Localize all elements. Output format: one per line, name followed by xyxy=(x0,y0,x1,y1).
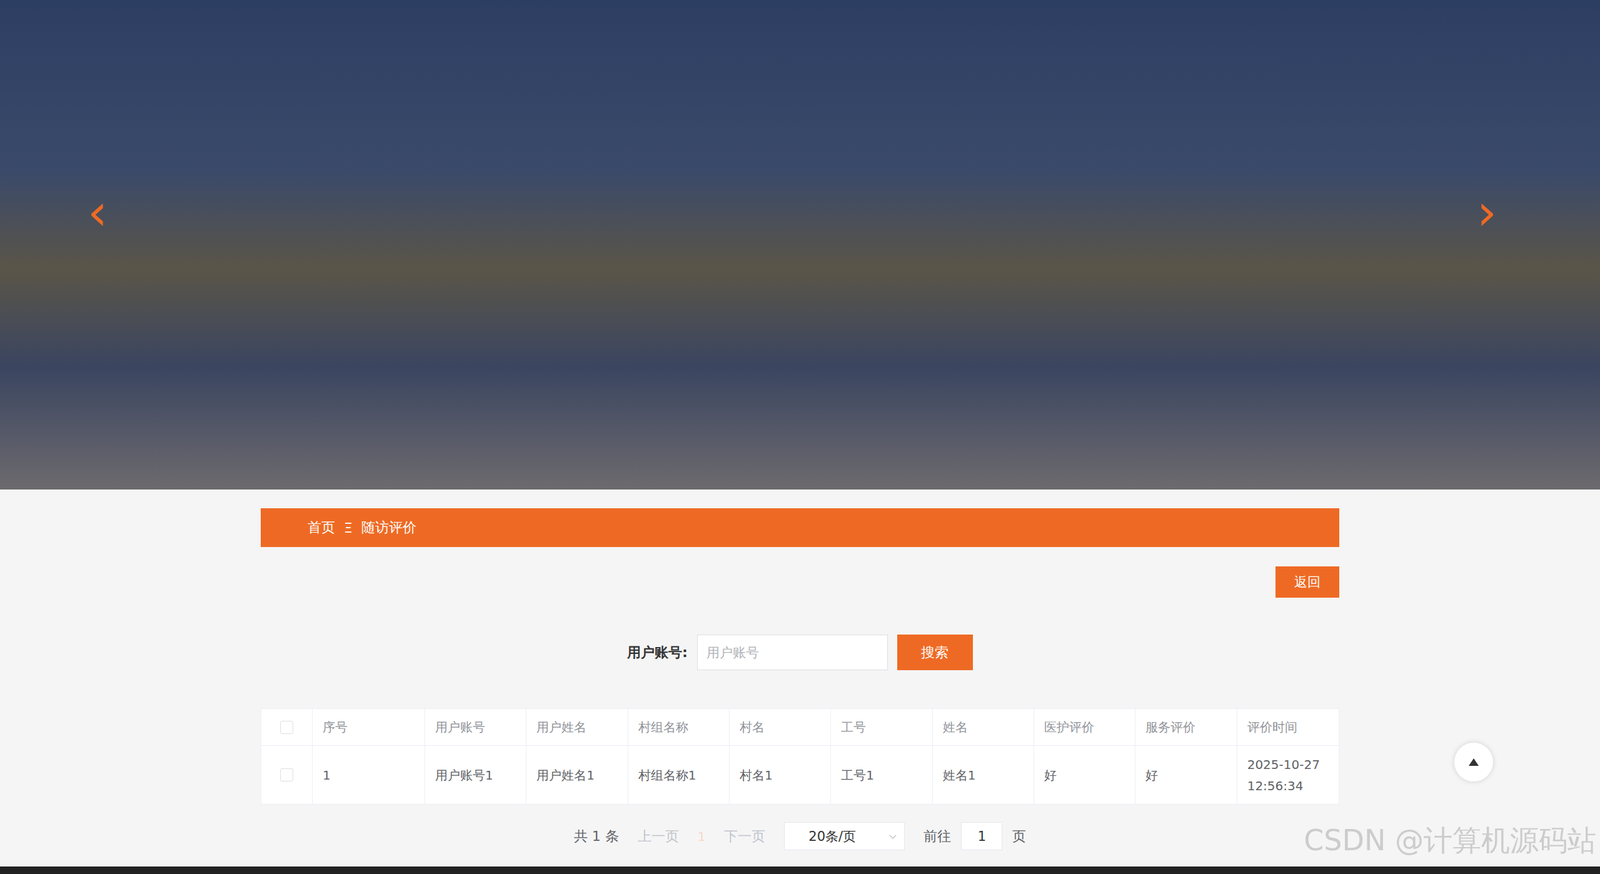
back-row: 返回 xyxy=(260,566,1340,598)
header-cell: 用户账号 xyxy=(425,709,527,746)
search-input[interactable] xyxy=(697,634,888,671)
header-checkbox-cell xyxy=(261,709,313,746)
goto-page: 前往 1页 xyxy=(923,822,1027,851)
next-page-button[interactable]: 下一页 xyxy=(724,827,766,846)
goto-suffix: 页 xyxy=(1012,827,1027,846)
search-label: 用户账号: xyxy=(627,643,688,663)
goto-input[interactable]: 1 xyxy=(961,822,1003,851)
header-cell: 姓名 xyxy=(932,709,1035,746)
header-cell: 村组名称 xyxy=(628,709,730,746)
carousel-next-arrow[interactable]: › xyxy=(1476,187,1497,238)
header-cell: 服务评价 xyxy=(1135,709,1237,746)
header-cell: 工号 xyxy=(830,709,933,746)
header-cell: 用户姓名 xyxy=(526,709,628,746)
search-button[interactable]: 搜索 xyxy=(897,634,973,671)
back-to-top-button[interactable] xyxy=(1454,742,1494,782)
table: 序号用户账号用户姓名村组名称村名工号姓名医护评价服务评价评价时间1用户账号1用户… xyxy=(260,708,1340,805)
page: ‹›首页Ξ随访评价返回用户账号:搜索序号用户账号用户姓名村组名称村名工号姓名医护… xyxy=(0,0,1600,874)
row-checkbox[interactable] xyxy=(280,768,294,782)
goto-label: 前往 xyxy=(923,827,951,846)
table-cell: 村名1 xyxy=(729,745,831,805)
chevron-down-icon xyxy=(887,831,898,842)
back-button[interactable]: 返回 xyxy=(1275,566,1340,598)
table-cell: 用户账号1 xyxy=(425,745,527,805)
table-cell: 工号1 xyxy=(830,745,933,805)
header-cell: 序号 xyxy=(312,709,426,746)
table-cell: 村组名称1 xyxy=(628,745,730,805)
table-cell: 好 xyxy=(1034,745,1136,805)
breadcrumb-separator: Ξ xyxy=(343,520,353,536)
table-row: 1用户账号1用户姓名1村组名称1村名1工号1姓名1好好2025-10-27 12… xyxy=(261,745,1339,805)
table-cell: 姓名1 xyxy=(932,745,1035,805)
content: 首页 Ξ 随访评价返回用户账号: 搜索序号用户账号用户姓名村组名称村名工号姓名医护评价… xyxy=(260,489,1340,851)
watermark: CSDN @计算机源码站 xyxy=(1303,821,1597,861)
header-checkbox[interactable] xyxy=(280,720,294,735)
search-bar: 用户账号: 搜索 xyxy=(260,634,1340,671)
pagination-total: 共 1 条 xyxy=(573,827,619,846)
table-cell: 1 xyxy=(312,745,426,805)
banner-carousel: ‹› xyxy=(0,0,1600,490)
row-checkbox-cell xyxy=(261,745,313,805)
table-cell: 用户姓名1 xyxy=(526,745,628,805)
pagination: 共 1 条上一页1下一页20条/页前往1页 xyxy=(260,822,1340,851)
footer xyxy=(0,866,1600,874)
page-number[interactable]: 1 xyxy=(697,829,706,845)
prev-page-button[interactable]: 上一页 xyxy=(637,827,680,846)
header-cell: 评价时间 xyxy=(1237,709,1339,746)
breadcrumb: 首页 Ξ 随访评价 xyxy=(260,508,1340,548)
table-cell: 2025-10-27 12:56:34 xyxy=(1237,745,1339,805)
table-header: 序号用户账号用户姓名村组名称村名工号姓名医护评价服务评价评价时间 xyxy=(261,709,1339,746)
breadcrumb-item[interactable]: 首页 xyxy=(307,518,336,538)
header-cell: 村名 xyxy=(729,709,831,746)
page-size-select[interactable]: 20条/页 xyxy=(784,822,905,851)
header-cell: 医护评价 xyxy=(1034,709,1136,746)
table-cell: 好 xyxy=(1135,745,1237,805)
carousel-prev-arrow[interactable]: ‹ xyxy=(87,187,108,238)
caret-up-icon xyxy=(1468,757,1480,767)
breadcrumb-item: 随访评价 xyxy=(361,518,417,538)
